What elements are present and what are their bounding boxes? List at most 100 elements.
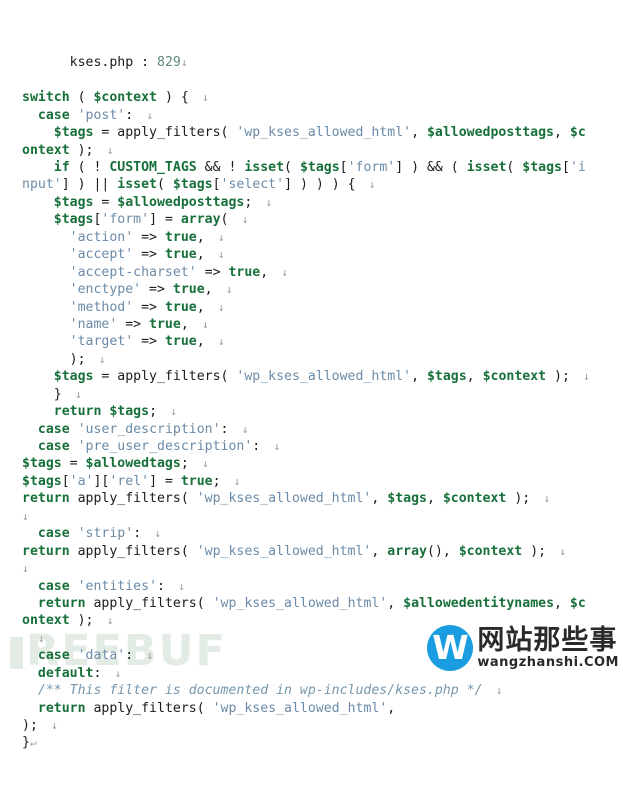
code-token-str: 'wp_kses_allowed_html' [236, 125, 412, 141]
eol-marker-icon: ↓ [212, 283, 233, 297]
code-token-pun: , [180, 316, 189, 332]
code-token-str: 'form' [347, 160, 396, 175]
code-token-var: isset [117, 177, 157, 193]
code-token-pun: ( [180, 491, 197, 507]
code-token-pun: [ [212, 177, 221, 193]
code-token-pun: ( [220, 369, 237, 385]
code-token-pun: (), [426, 543, 459, 559]
code-line: ); ↓ [0, 717, 623, 734]
code-line: 'action' => true, ↓ [0, 229, 623, 246]
code-token-kw: case [37, 578, 70, 594]
code-token-pun: : [157, 578, 165, 594]
code-token-pun [70, 526, 78, 541]
code-line: 'enctype' => true, ↓ [0, 281, 623, 298]
code-token-var: $tags [109, 404, 150, 420]
eol-marker-icon: ↓ [204, 248, 225, 262]
code-token-kw: return [37, 700, 86, 716]
code-token-pun: [ [562, 160, 570, 175]
code-token-str: 'rel' [109, 473, 150, 489]
eol-marker-icon: ↓ [204, 300, 225, 314]
code-token-str: 'pre_user_description' [77, 439, 253, 454]
code-token-var: $tags [53, 369, 94, 385]
code-token-kw: return [53, 404, 102, 420]
code-line: ↓ [0, 508, 623, 525]
code-token-pun: } [53, 386, 62, 402]
code-token-pun: ( [196, 700, 213, 716]
code-token-pun: ( [196, 595, 213, 611]
code-token-kw: case [37, 439, 70, 454]
code-token-str: 'wp_kses_allowed_html' [196, 491, 372, 507]
code-token-pun: , [466, 369, 483, 385]
code-token-pun: , [554, 125, 570, 141]
code-line: ↓ [0, 630, 623, 647]
code-token-var: ontext [22, 613, 70, 629]
code-token-pun: ] = [149, 212, 181, 228]
code-token-pun: ; [212, 473, 221, 489]
code-token-kw: case [37, 107, 70, 123]
code-token-pun [70, 491, 78, 506]
code-line: default: ↓ [0, 665, 623, 682]
code-line: case 'entities': ↓ [0, 578, 623, 595]
code-token-str: 'enctype' [69, 282, 142, 298]
code-token-kw: case [37, 648, 70, 664]
code-token-var: $tags [53, 212, 94, 228]
code-line: $tags = apply_filters( 'wp_kses_allowed_… [0, 368, 623, 385]
code-line: return apply_filters( 'wp_kses_allowed_h… [0, 595, 623, 612]
eol-marker-icon: ↓ [101, 666, 122, 680]
code-token-fn: apply_filters [117, 369, 221, 385]
code-line: return $tags; ↓ [0, 403, 623, 420]
code-token-var: CUSTOM_TAGS [109, 160, 197, 175]
eol-marker-icon: ↓ [530, 492, 551, 506]
code-line: ontext ); ↓ [0, 142, 623, 159]
code-token-kw: return [37, 595, 86, 611]
code-token-pun: ( [220, 125, 237, 141]
header-separator: : [133, 55, 157, 71]
eol-marker-icon: ↓ [228, 213, 249, 227]
eol-marker-icon: ↓ [228, 422, 249, 436]
code-line: case 'post': ↓ [0, 107, 623, 124]
code-token-fn: apply_filters [77, 491, 181, 507]
code-token-pun: ; [180, 456, 189, 472]
code-token-var: $c [569, 595, 586, 611]
code-token-pun: , [411, 125, 427, 141]
code-line: case 'pre_user_description': ↓ [0, 438, 623, 455]
code-token-pun: } [22, 735, 30, 751]
code-line: $tags = $allowedtags; ↓ [0, 455, 623, 472]
eol-marker-icon: ↓ [157, 405, 177, 419]
eol-marker-icon: ↓ [188, 457, 209, 471]
eol-marker-icon: ↓ [133, 108, 154, 122]
code-line: ↓ [0, 560, 623, 577]
eol-marker-icon: ↓ [85, 352, 106, 366]
code-token-pun: , [260, 264, 269, 280]
eol-marker-icon: ↓ [188, 317, 209, 331]
code-token-pun: ( ! [69, 160, 110, 175]
code-token-str: 'accept' [69, 247, 134, 263]
code-token-var: $tags [172, 177, 213, 193]
code-token-var: $context [482, 369, 547, 385]
code-token-pun: : [133, 526, 142, 542]
code-token-kw: return [22, 543, 70, 559]
code-token-pun: , [426, 491, 443, 507]
code-line: 'method' => true, ↓ [0, 299, 623, 316]
code-token-var: $context [93, 90, 157, 106]
code-token-var: $allowedentitynames [403, 595, 555, 611]
code-token-kw: default [37, 665, 94, 681]
code-token-str: nput' [22, 177, 62, 193]
code-viewer: REEBUF W 网站那些事 wangzhanshi.COM kses.php … [0, 0, 623, 750]
code-token-str: 'entities' [77, 578, 158, 594]
code-line: $tags = apply_filters( 'wp_kses_allowed_… [0, 124, 623, 141]
code-token-pun: ] ) && ( [395, 160, 467, 175]
code-token-pun [70, 648, 78, 663]
code-token-str: 'strip' [77, 526, 134, 542]
code-line: 'accept' => true, ↓ [0, 246, 623, 263]
code-token-var: $tags [22, 473, 62, 489]
code-line: nput'] ) || isset( $tags['select'] ) ) )… [0, 176, 623, 193]
code-token-kw: return [22, 491, 70, 507]
code-token-str: 'form' [101, 212, 150, 228]
code-token-var: $context [442, 491, 507, 507]
